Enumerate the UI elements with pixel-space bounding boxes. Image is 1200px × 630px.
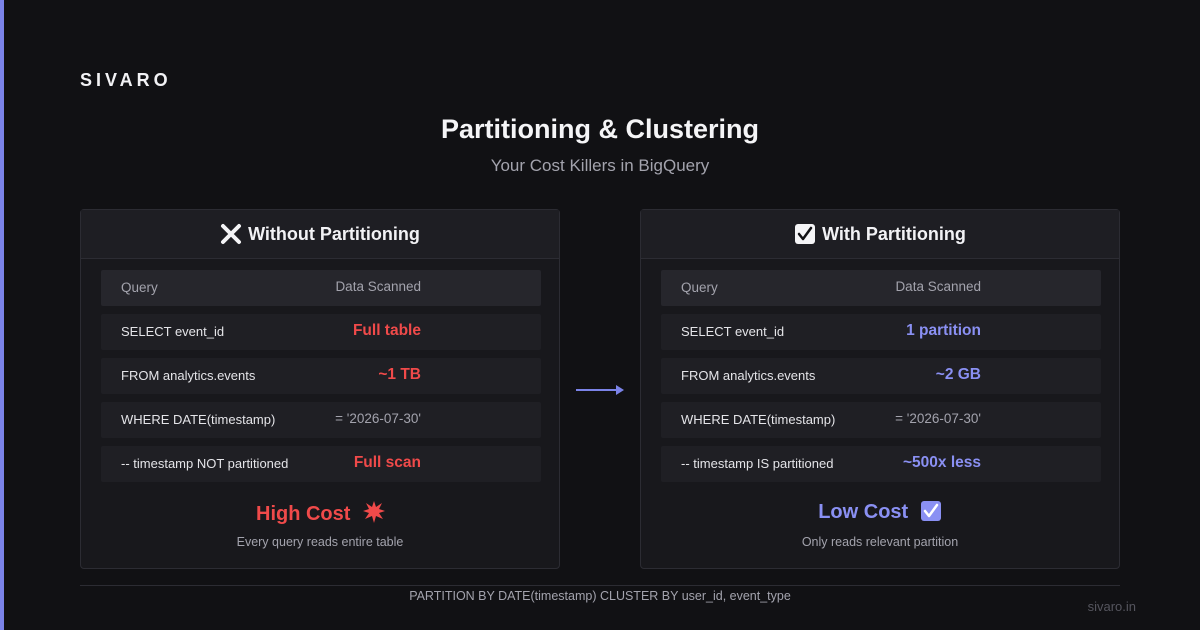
cost-verdict: Low Cost [641,500,1119,524]
arrow-right-icon [576,383,626,397]
table-row: SELECT event_id Full table [101,314,541,350]
query-cell: -- timestamp IS partitioned [681,456,834,471]
verdict-subtext: Only reads relevant partition [801,535,959,549]
query-cell: WHERE DATE(timestamp) [121,412,276,427]
scanned-cell: = '2026-07-30' [895,411,981,426]
accent-bar [0,0,4,630]
without-partitioning-panel: Without Partitioning Query Data Scanned … [80,209,560,569]
scanned-cell: Full table [352,322,421,339]
column-header-scanned: Data Scanned [895,279,981,294]
panel-title: With Partitioning [822,223,966,244]
table-header-row: Query Data Scanned [661,270,1101,306]
query-cell: WHERE DATE(timestamp) [681,412,836,427]
table-row: WHERE DATE(timestamp) = '2026-07-30' [661,402,1101,438]
query-cell: SELECT event_id [681,324,785,339]
panel-title: Without Partitioning [248,223,420,244]
query-table: Query Data Scanned SELECT event_id Full … [101,270,541,490]
site-url: sivaro.in [1087,599,1136,614]
query-cell: -- timestamp NOT partitioned [121,456,289,471]
footer-sql-code: PARTITION BY DATE(timestamp) CLUSTER BY … [409,589,791,603]
scanned-cell: ~2 GB [935,366,981,383]
x-icon [220,223,242,245]
query-cell: FROM analytics.events [681,368,816,383]
brand-logo: SIVARO [80,70,172,90]
cost-verdict: High Cost [81,500,559,526]
verdict-label: High Cost [256,503,351,525]
explosion-icon [362,500,385,523]
query-cell: FROM analytics.events [121,368,256,383]
check-icon [794,223,816,245]
panel-header: Without Partitioning [81,210,559,259]
table-row: FROM analytics.events ~1 TB [101,358,541,394]
table-row: FROM analytics.events ~2 GB [661,358,1101,394]
with-partitioning-panel: With Partitioning Query Data Scanned SEL… [640,209,1120,569]
table-header-row: Query Data Scanned [101,270,541,306]
verdict-subtext: Every query reads entire table [236,535,404,549]
footer-divider [80,585,1120,586]
table-row: WHERE DATE(timestamp) = '2026-07-30' [101,402,541,438]
column-header-query: Query [121,280,158,295]
column-header-query: Query [681,280,718,295]
column-header-scanned: Data Scanned [335,279,421,294]
scanned-cell: = '2026-07-30' [335,411,421,426]
page-title: Partitioning & Clustering [440,114,759,144]
check-icon [920,500,942,522]
query-table: Query Data Scanned SELECT event_id 1 par… [661,270,1101,490]
query-cell: SELECT event_id [121,324,225,339]
verdict-label: Low Cost [818,501,909,523]
scanned-cell: Full scan [353,454,421,471]
page-subtitle: Your Cost Killers in BigQuery [490,156,710,175]
scanned-cell: ~500x less [902,454,981,471]
table-row: SELECT event_id 1 partition [661,314,1101,350]
table-row: -- timestamp NOT partitioned Full scan [101,446,541,482]
scanned-cell: 1 partition [906,322,981,339]
table-row: -- timestamp IS partitioned ~500x less [661,446,1101,482]
scanned-cell: ~1 TB [378,366,421,383]
panel-header: With Partitioning [641,210,1119,259]
